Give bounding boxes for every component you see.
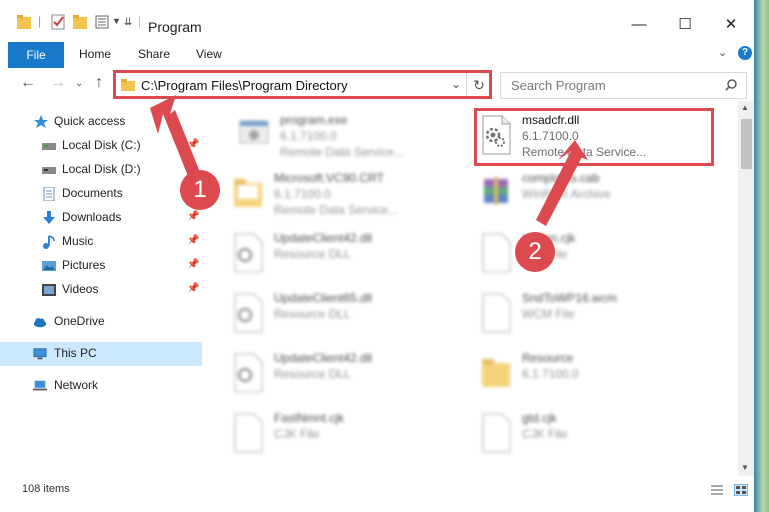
explorer-window: | ▼ ⇊ | Program — ☐ ✕ File Home Share Vi…: [0, 0, 769, 512]
arrow-1: [150, 95, 200, 176]
annotation-overlay: [150, 95, 588, 226]
step-badge-2: 2: [515, 232, 555, 272]
step-badge-1: 1: [180, 170, 220, 210]
arrow-2: [536, 140, 588, 226]
